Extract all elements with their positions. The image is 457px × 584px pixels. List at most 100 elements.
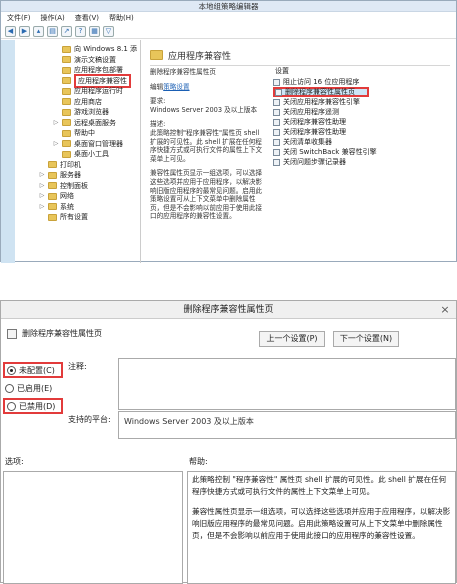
radio-label: 已禁用(D) [19, 401, 56, 411]
setting-label: 关闭程序兼容性助理 [283, 118, 346, 126]
expand-arrow-icon[interactable]: ▷ [39, 181, 45, 191]
setting-row[interactable]: 删除程序兼容性属性页 [273, 87, 369, 97]
tree-item[interactable]: ▷ 网络 [39, 191, 74, 201]
tree-item[interactable]: 所有设置 [39, 212, 88, 222]
expand-arrow-icon[interactable]: ▷ [39, 202, 45, 212]
tree-item-label: 向 Windows 8.1 添 [74, 45, 138, 53]
help-icon[interactable]: ? [75, 26, 86, 37]
setting-row[interactable]: 关闭应用程序兼容性引擎 [273, 97, 453, 107]
policy-setting-icon [273, 158, 280, 166]
tree-item[interactable]: 向 Windows 8.1 添 [53, 44, 137, 54]
menu-help[interactable]: 帮助(H) [109, 13, 134, 24]
setting-label: 关闭清单收集器 [283, 138, 332, 146]
export-icon[interactable]: ↗ [61, 26, 72, 37]
expand-arrow-icon[interactable]: ▷ [53, 118, 59, 128]
show-tree-icon[interactable]: ▤ [47, 26, 58, 37]
expand-arrow-icon[interactable]: ▷ [53, 139, 59, 149]
folder-icon [48, 213, 57, 221]
close-icon[interactable]: × [438, 303, 452, 317]
setting-label: 关闭应用程序兼容性引擎 [283, 98, 360, 106]
comment-textarea[interactable] [118, 358, 456, 410]
tree-item-label: 游戏浏览器 [74, 108, 109, 116]
filter-icon[interactable]: ▽ [103, 26, 114, 37]
folder-icon [48, 182, 57, 189]
desc-edit-prefix: 编辑 [150, 82, 164, 91]
window-title: 本地组策略编辑器 [1, 1, 456, 12]
toolbar: ◀ ▶ ▴ ▤ ↗ ? ▦ ▽ [1, 24, 456, 39]
radio-circle-icon[interactable] [5, 383, 14, 393]
policy-setting-icon [273, 138, 280, 146]
radio-enabled[interactable]: 已启用(E) [3, 380, 63, 396]
tree-item-label: 应用程序运行时 [74, 87, 123, 95]
radio-disabled[interactable]: 已禁用(D) [3, 398, 63, 414]
radio-circle-icon[interactable] [7, 401, 16, 411]
folder-icon [48, 203, 57, 210]
radio-label: 已启用(E) [17, 383, 53, 393]
settings-column-header[interactable]: 设置 [275, 66, 289, 76]
tree-indent-bar [1, 40, 15, 263]
setting-row[interactable]: 关闭问题步骤记录器 [273, 157, 453, 167]
policy-setting-icon [273, 148, 280, 156]
tree-item[interactable]: 游戏浏览器 [53, 107, 109, 117]
tree-item[interactable]: 演示文稿设置 [53, 55, 116, 65]
policy-tree: 向 Windows 8.1 添演示文稿设置 应用程序包部署 应用程序兼容性 应用程序运… [1, 40, 141, 263]
tree-item[interactable]: 应用商店 [53, 97, 102, 107]
setting-row[interactable]: 关闭清单收集器 [273, 137, 453, 147]
radio-circle-icon[interactable] [7, 365, 16, 375]
tree-item[interactable]: 桌面小工具 [53, 149, 109, 159]
policy-setting-icon [273, 128, 280, 136]
comment-label: 注释: [68, 362, 87, 371]
tree-item[interactable]: 应用程序兼容性 [53, 73, 131, 88]
setting-row[interactable]: 关闭程序兼容性助理 [273, 117, 453, 127]
tree-item[interactable]: ▷ 服务器 [39, 170, 81, 180]
radio-label: 未配置(C) [19, 365, 55, 375]
forward-icon[interactable]: ▶ [19, 26, 30, 37]
tree-item[interactable]: ▷ 远程桌面服务 [53, 118, 116, 128]
menu-view[interactable]: 查看(V) [75, 13, 99, 24]
edit-policy-link[interactable]: 策略设置 [163, 83, 189, 91]
up-folder-icon[interactable]: ▴ [33, 26, 44, 37]
setting-label: 关闭应用程序遥测 [283, 108, 339, 116]
expand-arrow-icon[interactable]: ▷ [39, 191, 45, 201]
menu-action[interactable]: 操作(A) [41, 13, 65, 24]
properties-icon[interactable]: ▦ [89, 26, 100, 37]
menu-file[interactable]: 文件(F) [7, 13, 31, 24]
description-text: 此策略控制"程序兼容性"属性页 shell 扩展的可见性。此 shell 扩展在… [150, 128, 263, 163]
next-setting-button[interactable]: 下一个设置(N) [333, 331, 399, 347]
setting-row[interactable]: 关闭程序兼容性助理 [273, 127, 453, 137]
tree-item[interactable]: ▷ 桌面窗口管理器 [53, 139, 123, 149]
folder-icon [62, 108, 71, 116]
setting-label: 关闭程序兼容性助理 [283, 128, 346, 136]
setting-row[interactable]: 关闭 SwitchBack 兼容性引擎 [273, 147, 453, 157]
policy-setting-dialog: 删除程序兼容性属性页 × 删除程序兼容性属性页 上一个设置(P) 下一个设置(N… [0, 300, 457, 584]
description-text-2: 兼容性属性页显示一组选项，可以选择这些选项并应用于应用程序，以解决影响旧版应用程… [150, 169, 263, 221]
folder-icon [62, 87, 71, 95]
options-pane [3, 471, 183, 584]
folder-icon [62, 150, 71, 158]
setting-label: 关闭 SwitchBack 兼容性引擎 [283, 148, 377, 156]
divider [150, 65, 450, 66]
tree-item-label: 控制面板 [60, 181, 88, 190]
radio-not-configured[interactable]: 未配置(C) [3, 362, 63, 378]
desc-description: 描述: 此策略控制"程序兼容性"属性页 shell 扩展的可见性。此 shell… [150, 120, 265, 163]
settings-list: 阻止访问 16 位应用程序 删除程序兼容性属性页 关闭应用程序兼容性引擎 关闭应用程序… [273, 77, 453, 167]
expand-arrow-icon[interactable]: ▷ [39, 170, 45, 180]
tree-item[interactable]: 打印机 [39, 160, 81, 170]
supported-platform-value: Windows Server 2003 及以上版本 [118, 411, 456, 439]
dialog-title: 删除程序兼容性属性页 [1, 301, 456, 319]
back-icon[interactable]: ◀ [5, 26, 16, 37]
tree-item-label: 服务器 [60, 171, 81, 179]
tree-item[interactable]: ▷ 系统 [39, 202, 74, 212]
folder-icon [62, 129, 71, 137]
setting-label: 关闭问题步骤记录器 [283, 158, 346, 166]
tree-item-label: 网络 [60, 192, 74, 200]
help-label: 帮助: [189, 457, 208, 466]
pane-header: 应用程序兼容性 [150, 48, 231, 62]
setting-row[interactable]: 关闭应用程序遥测 [273, 107, 453, 117]
tree-item[interactable]: 帮助中 [53, 128, 95, 138]
previous-setting-button[interactable]: 上一个设置(P) [259, 331, 325, 347]
tree-item[interactable]: 应用程序运行时 [53, 86, 123, 96]
requirements-label: 要求: [150, 97, 166, 106]
tree-item[interactable]: ▷ 控制面板 [39, 181, 88, 191]
setting-row[interactable]: 阻止访问 16 位应用程序 [273, 77, 453, 87]
